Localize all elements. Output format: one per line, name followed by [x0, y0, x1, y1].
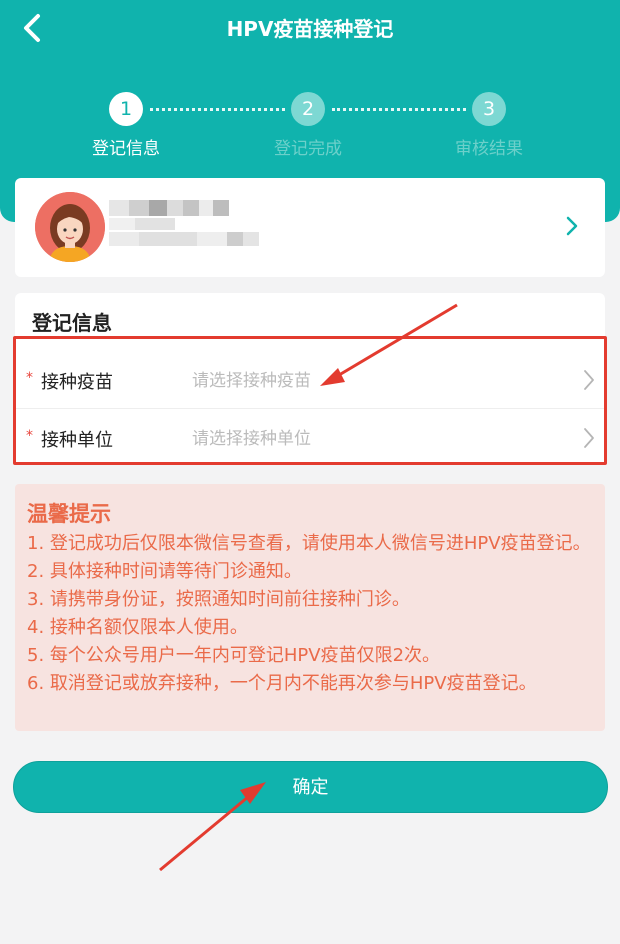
clinic-placeholder: 请选择接种单位: [192, 429, 311, 449]
clinic-select-row[interactable]: * 接种单位 请选择接种单位: [15, 408, 605, 466]
step-connector: [332, 108, 466, 111]
chevron-right-icon: [584, 370, 594, 390]
confirm-button[interactable]: 确定: [13, 761, 608, 813]
vaccine-label: 接种疫苗: [41, 372, 113, 393]
vaccine-select-row[interactable]: * 接种疫苗 请选择接种疫苗: [15, 350, 605, 408]
vaccine-placeholder: 请选择接种疫苗: [192, 371, 311, 391]
registration-form: 登记信息 * 接种疫苗 请选择接种疫苗 * 接种单位 请选择接种单位: [15, 293, 605, 465]
tips-list: 1. 登记成功后仅限本微信号查看，请使用本人微信号进HPV疫苗登记。 2. 具体…: [27, 530, 599, 698]
tip-item: 6. 取消登记或放弃接种，一个月内不能再次参与HPV疫苗登记。: [27, 673, 537, 694]
step-2-label: 登记完成: [274, 139, 342, 159]
page-title: HPV疫苗接种登记: [226, 17, 394, 41]
step-2-circle: 2: [291, 92, 325, 126]
tip-item: 1. 登记成功后仅限本微信号查看，请使用本人微信号进HPV疫苗登记。: [27, 533, 591, 554]
step-1-label: 登记信息: [92, 139, 160, 159]
clinic-label: 接种单位: [41, 430, 113, 451]
tip-item: 5. 每个公众号用户一年内可登记HPV疫苗仅限2次。: [27, 645, 441, 666]
avatar-icon: [35, 192, 105, 262]
tip-item: 4. 接种名额仅限本人使用。: [27, 617, 248, 638]
step-3-label: 审核结果: [455, 139, 523, 159]
tip-item: 3. 请携带身份证，按照通知时间前往接种门诊。: [27, 589, 410, 610]
avatar: [35, 192, 105, 262]
tips-panel: 温馨提示 1. 登记成功后仅限本微信号查看，请使用本人微信号进HPV疫苗登记。 …: [15, 484, 605, 731]
progress-steps: 1 2 3 登记信息 登记完成 审核结果: [0, 92, 620, 162]
user-profile-card[interactable]: [15, 178, 605, 277]
step-connector: [150, 108, 285, 111]
tips-title: 温馨提示: [27, 502, 111, 526]
form-title: 登记信息: [32, 311, 112, 335]
chevron-right-icon: [584, 428, 594, 448]
chevron-right-icon: [566, 216, 578, 236]
tip-item: 2. 具体接种时间请等待门诊通知。: [27, 561, 302, 582]
required-marker: *: [26, 370, 33, 386]
required-marker: *: [26, 428, 33, 444]
step-1-circle: 1: [109, 92, 143, 126]
step-3-circle: 3: [472, 92, 506, 126]
